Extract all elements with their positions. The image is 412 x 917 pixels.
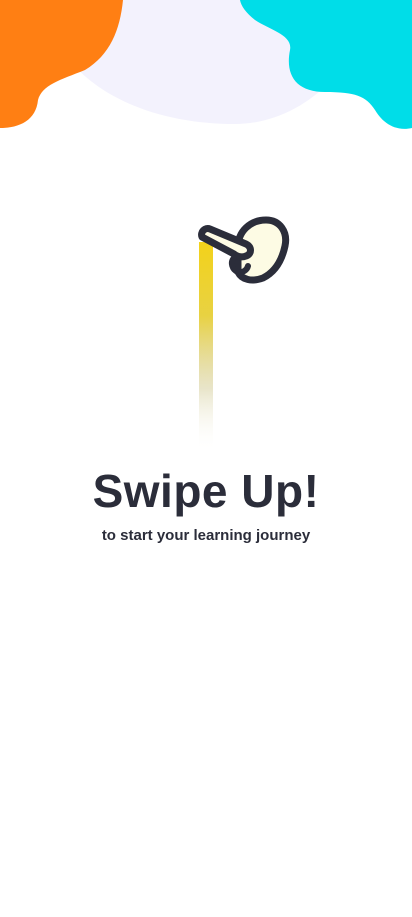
swipe-up-gesture — [198, 216, 290, 452]
swipe-up-area[interactable]: Swipe Up! to start your learning journey — [0, 0, 412, 917]
hand-swipe-up-icon — [198, 216, 290, 284]
page-subtitle: to start your learning journey — [101, 527, 311, 544]
swipe-trail — [199, 242, 213, 452]
page-title: Swipe Up! — [92, 465, 320, 517]
decorative-background — [0, 0, 412, 129]
